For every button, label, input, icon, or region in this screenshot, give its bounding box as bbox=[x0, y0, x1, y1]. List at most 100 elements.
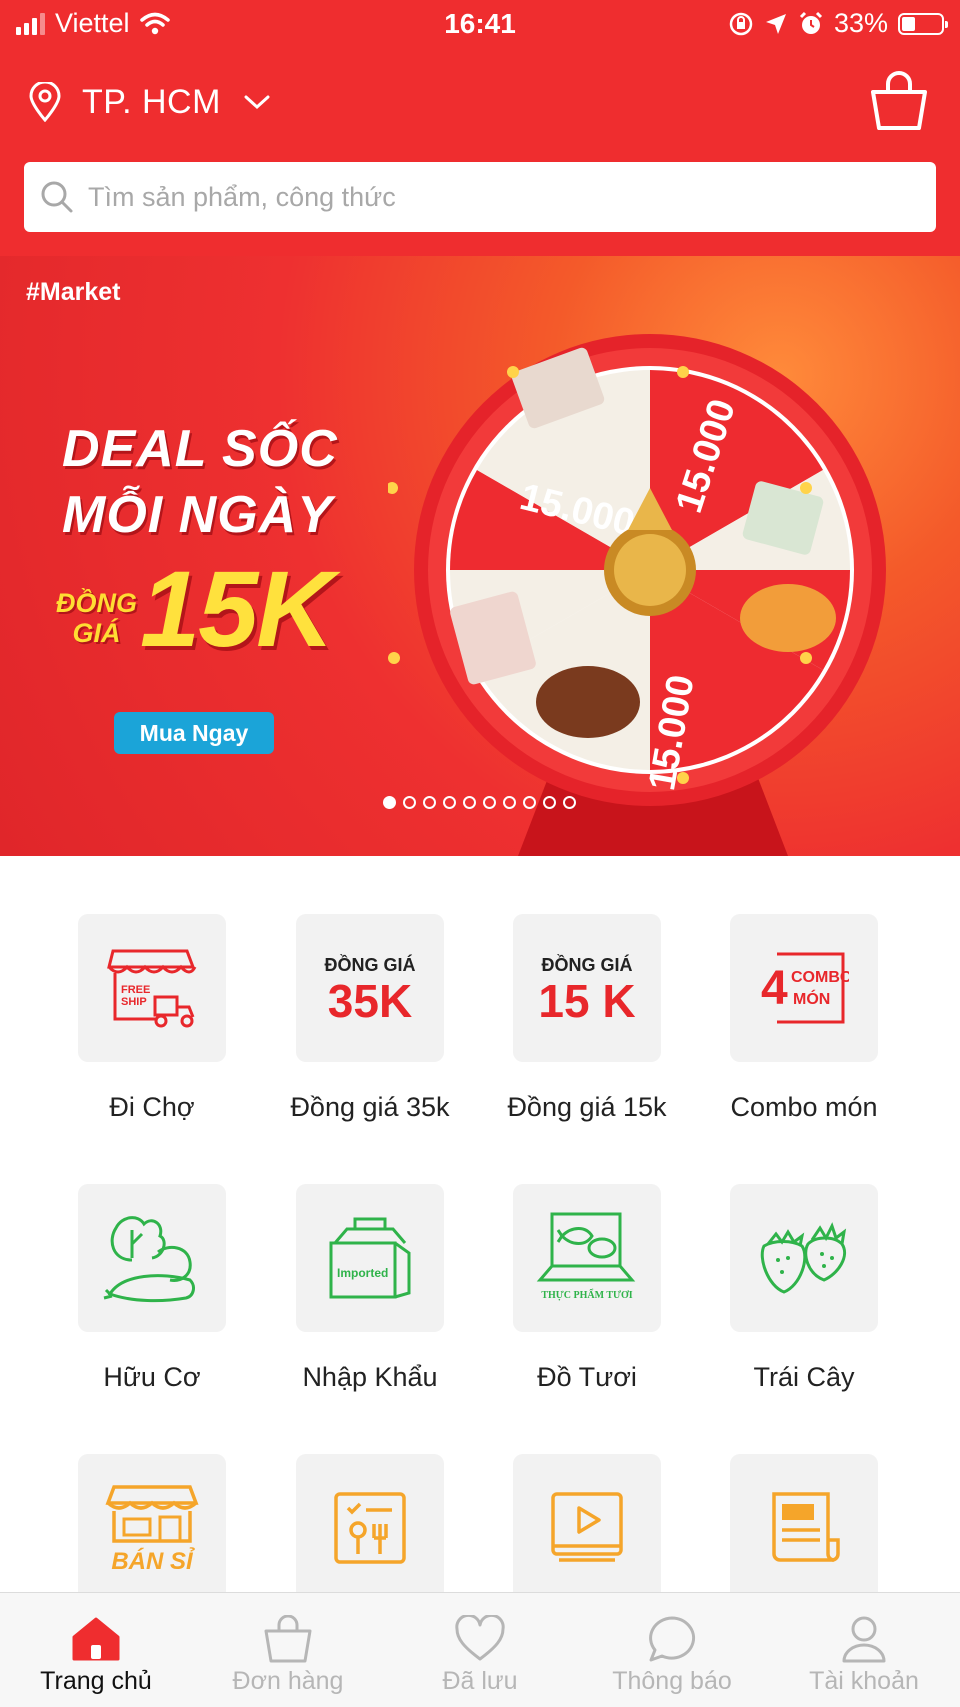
category-huu-co[interactable]: Hữu Cơ bbox=[52, 1184, 252, 1393]
location-pin-icon bbox=[29, 82, 61, 122]
imported-box-icon: Imported bbox=[329, 1217, 411, 1299]
nav-label: Đơn hàng bbox=[232, 1667, 344, 1695]
status-right: 33% bbox=[728, 8, 948, 39]
chevron-down-icon bbox=[244, 95, 270, 110]
nav-home[interactable]: Trang chủ bbox=[0, 1593, 192, 1707]
chat-bubble-icon bbox=[649, 1616, 696, 1662]
shopping-bag-icon bbox=[264, 1615, 312, 1663]
search-input[interactable] bbox=[88, 181, 908, 213]
vegetables-icon bbox=[103, 1216, 195, 1303]
nav-label: Trang chủ bbox=[40, 1667, 152, 1695]
dong-gia-text: ĐỒNG GIÁ bbox=[541, 954, 632, 975]
dong-gia-text: ĐỒNG GIÁ bbox=[324, 954, 415, 975]
category-label: Đi Chợ bbox=[109, 1092, 195, 1122]
price-35k-text: 35K bbox=[328, 975, 412, 1027]
banner-hashtag: #Market bbox=[26, 278, 121, 306]
fresh-food-text: THỰC PHẨM TƯƠI bbox=[541, 1288, 632, 1301]
location-selector[interactable]: TP. HCM bbox=[28, 82, 271, 122]
carousel-dot[interactable] bbox=[523, 796, 536, 809]
banner-headline: DEAL SỐC MỖI NGÀY bbox=[62, 416, 338, 548]
banner-headline-line-1: DEAL SỐC bbox=[62, 420, 338, 478]
category-tile: 4 COMBO MÓN bbox=[730, 914, 878, 1062]
rotation-lock-icon bbox=[729, 12, 753, 35]
imported-text: Imported bbox=[337, 1266, 388, 1280]
category-video[interactable] bbox=[487, 1454, 687, 1602]
carousel-indicator[interactable] bbox=[383, 796, 576, 809]
category-nhap-khau[interactable]: Imported Nhập Khẩu bbox=[270, 1184, 470, 1393]
banner-dong-text: ĐỒNG bbox=[56, 588, 137, 618]
category-label: Hữu Cơ bbox=[103, 1362, 201, 1392]
category-recipe[interactable] bbox=[270, 1454, 470, 1602]
location-label: TP. HCM bbox=[82, 82, 221, 121]
category-do-tuoi[interactable]: THỰC PHẨM TƯƠI Đồ Tươi bbox=[487, 1184, 687, 1393]
strawberry-icon bbox=[760, 1222, 847, 1294]
category-tile: THỰC PHẨM TƯƠI bbox=[513, 1184, 661, 1332]
status-bar: Viettel 16:41 33% bbox=[0, 0, 960, 48]
cart-icon[interactable] bbox=[868, 70, 930, 132]
combo-text: COMBO bbox=[791, 969, 849, 986]
video-play-icon bbox=[551, 1492, 623, 1562]
promo-banner[interactable]: #Market DEAL SỐC MỖI NGÀY ĐỒNG GIÁ 15K M… bbox=[0, 256, 960, 856]
nav-account[interactable]: Tài khoản bbox=[768, 1593, 960, 1707]
carousel-dot[interactable] bbox=[503, 796, 516, 809]
category-dong-gia-15k[interactable]: ĐỒNG GIÁ 15 K Đồng giá 15k bbox=[487, 914, 687, 1123]
buy-now-button[interactable]: Mua Ngay bbox=[114, 712, 274, 754]
banner-price: 15K bbox=[140, 548, 334, 669]
carousel-dot[interactable] bbox=[543, 796, 556, 809]
carousel-dot[interactable] bbox=[423, 796, 436, 809]
banner-headline-line-2: MỖI NGÀY bbox=[62, 486, 333, 544]
battery-percent: 33% bbox=[833, 8, 888, 38]
search-bar[interactable] bbox=[24, 162, 936, 232]
location-arrow-icon bbox=[765, 13, 786, 34]
battery-icon bbox=[898, 12, 948, 35]
category-tile: BÁN SỈ bbox=[78, 1454, 226, 1602]
recipe-menu-icon bbox=[334, 1492, 406, 1564]
category-di-cho[interactable]: FREE SHIP Đi Chợ bbox=[52, 914, 252, 1123]
free-ship-store-icon: FREE SHIP bbox=[107, 949, 197, 1028]
spin-wheel: 15.000 15.000 15.000 bbox=[388, 334, 886, 856]
alarm-icon bbox=[799, 11, 823, 34]
same-price-15k-icon: ĐỒNG GIÁ 15 K bbox=[538, 954, 635, 1027]
mon-text: MÓN bbox=[793, 989, 830, 1008]
nav-notifications[interactable]: Thông báo bbox=[576, 1593, 768, 1707]
category-label: Trái Cây bbox=[753, 1362, 855, 1392]
carousel-dot[interactable] bbox=[483, 796, 496, 809]
news-icon bbox=[772, 1492, 840, 1562]
ship-text: SHIP bbox=[121, 996, 147, 1008]
bottom-navigation: Trang chủ Đơn hàng Đã lưu Thông báo Tài … bbox=[0, 1592, 960, 1707]
wholesale-store-icon: BÁN SỈ bbox=[105, 1485, 199, 1573]
category-dong-gia-35k[interactable]: ĐỒNG GIÁ 35K Đồng giá 35k bbox=[270, 914, 470, 1123]
banner-same-price: ĐỒNG GIÁ bbox=[56, 588, 137, 648]
category-tile bbox=[78, 1184, 226, 1332]
price-15k-text: 15 K bbox=[538, 975, 635, 1027]
carousel-dot[interactable] bbox=[383, 796, 396, 809]
category-tile: FREE SHIP bbox=[78, 914, 226, 1062]
carousel-dot[interactable] bbox=[563, 796, 576, 809]
free-text: FREE bbox=[121, 984, 150, 996]
nav-label: Thông báo bbox=[612, 1667, 732, 1695]
ban-si-text: BÁN SỈ bbox=[111, 1547, 195, 1573]
category-trai-cay[interactable]: Trái Cây bbox=[704, 1184, 904, 1393]
carousel-dot[interactable] bbox=[443, 796, 456, 809]
category-label: Nhập Khẩu bbox=[302, 1362, 438, 1392]
category-news[interactable] bbox=[704, 1454, 904, 1602]
banner-gia-text: GIÁ bbox=[72, 618, 121, 648]
combo-number: 4 bbox=[761, 962, 788, 1015]
nav-orders[interactable]: Đơn hàng bbox=[192, 1593, 384, 1707]
category-label: Đồ Tươi bbox=[537, 1362, 637, 1392]
fresh-food-icon: THỰC PHẨM TƯƠI bbox=[536, 1212, 636, 1301]
nav-label: Tài khoản bbox=[809, 1667, 919, 1695]
user-icon bbox=[842, 1616, 886, 1663]
category-label: Đồng giá 35k bbox=[290, 1092, 450, 1122]
category-combo-mon[interactable]: 4 COMBO MÓN Combo món bbox=[704, 914, 904, 1123]
category-tile bbox=[513, 1454, 661, 1602]
category-label: Đồng giá 15k bbox=[507, 1092, 667, 1122]
category-ban-si[interactable]: BÁN SỈ bbox=[52, 1454, 252, 1602]
category-tile: Imported bbox=[296, 1184, 444, 1332]
carousel-dot[interactable] bbox=[463, 796, 476, 809]
nav-saved[interactable]: Đã lưu bbox=[384, 1593, 576, 1707]
same-price-35k-icon: ĐỒNG GIÁ 35K bbox=[324, 954, 415, 1027]
category-tile: ĐỒNG GIÁ 15 K bbox=[513, 914, 661, 1062]
category-label: Combo món bbox=[730, 1092, 878, 1122]
carousel-dot[interactable] bbox=[403, 796, 416, 809]
